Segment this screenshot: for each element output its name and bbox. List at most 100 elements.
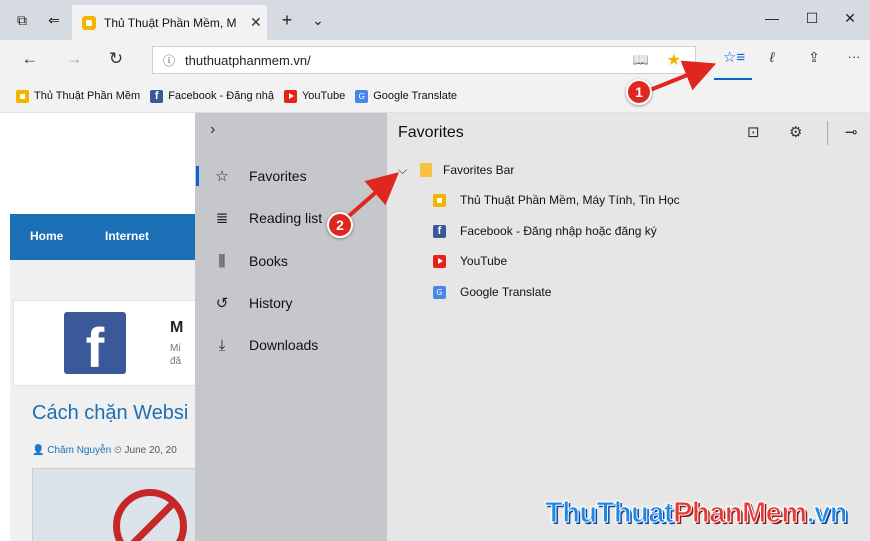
favorite-label: YouTube [460, 254, 508, 268]
new-tab-button[interactable]: + [277, 10, 297, 30]
books-icon: ⫼ [218, 252, 226, 270]
watermark-part: .vn [806, 497, 848, 530]
reading-view-icon[interactable]: 📖 [633, 52, 649, 68]
watermark-logo: ThuThuatPhanMem.vn [544, 497, 848, 530]
watermark-part: PhanMem [673, 497, 808, 530]
hub-item-label: Downloads [249, 337, 319, 353]
hub-item-reading-list[interactable]: ≣ Reading list [195, 198, 387, 238]
article-date: June 20, 20 [124, 445, 177, 456]
favorites-bar: Thủ Thuật Phần Mềm f Facebook - Đăng nhậ… [0, 80, 870, 113]
tab-preview-icon[interactable]: ⧉ [12, 10, 32, 30]
step-2-badge: 2 [327, 212, 353, 238]
favorite-item-google-translate[interactable]: G Google Translate [387, 279, 870, 305]
url-text[interactable]: thuthuatphanmem.vn/ [185, 53, 311, 68]
hub-favorites-button[interactable]: ☆≡ [718, 48, 750, 76]
favorite-label: Google Translate [460, 285, 552, 299]
hub-item-label: Books [249, 253, 288, 269]
site-nav-bar: Home Internet [10, 214, 210, 260]
web-page-content: Home Internet f M Mi đă Cách chặn Websi … [0, 113, 210, 541]
hub-item-label: Reading list [249, 210, 323, 226]
article-title[interactable]: Cách chặn Websi [32, 402, 188, 425]
star-icon: ☆ [215, 168, 229, 185]
navigation-bar: ← → ↻ ⓘ thuthuatphanmem.vn/ 📖 ★ ☆≡ ℓ ⇪ ·… [0, 40, 870, 80]
facebook-icon: f [150, 89, 164, 103]
title-bar: ⧉ ⇐ Thủ Thuật Phần Mềm, M ✕ + ⌄ — ☐ ✕ [0, 0, 870, 40]
favbar-label: Thủ Thuật Phần Mềm [34, 90, 141, 102]
favorite-label: Thủ Thuật Phần Mềm, Máy Tính, Tin Học [460, 193, 680, 207]
settings-gear-icon[interactable]: ⚙ [789, 123, 802, 141]
minimize-button[interactable]: — [752, 10, 792, 30]
favorite-label: Facebook - Đăng nhập hoặc đăng ký [460, 224, 657, 238]
favorite-item-thuthuat[interactable]: Thủ Thuật Phần Mềm, Máy Tính, Tin Học [387, 187, 870, 213]
forward-button[interactable]: → [62, 49, 86, 71]
favbar-item-thuthuat[interactable]: Thủ Thuật Phần Mềm [16, 89, 141, 103]
nav-internet-link[interactable]: Internet [105, 229, 149, 243]
collapse-chevron-icon[interactable]: › [210, 121, 215, 139]
web-note-icon[interactable]: ℓ [760, 49, 784, 71]
hub-item-history[interactable]: ↺ History [195, 283, 387, 323]
facebook-icon: f [433, 224, 446, 238]
card-text: Mi [170, 343, 181, 354]
hub-item-downloads[interactable]: ⤓ Downloads [195, 325, 387, 365]
more-menu-button[interactable]: ··· [842, 49, 866, 71]
card-text: đă [170, 356, 182, 367]
author-icon: 👤 [32, 445, 45, 456]
card-heading: M [170, 319, 184, 336]
history-icon: ↺ [215, 295, 229, 312]
add-favorite-star-icon[interactable]: ★ [667, 50, 681, 70]
tab-title: Thủ Thuật Phần Mềm, M [104, 15, 237, 30]
browser-tab[interactable]: Thủ Thuật Phần Mềm, M ✕ [72, 5, 267, 40]
close-window-button[interactable]: ✕ [830, 10, 870, 30]
article-card[interactable]: f M Mi đă [13, 300, 203, 386]
refresh-button[interactable]: ↻ [104, 49, 128, 71]
set-tabs-aside-icon[interactable]: ⇐ [44, 10, 64, 30]
youtube-icon [433, 254, 446, 268]
hub-menu-pane: › ☆ Favorites ≣ Reading list ⫼ Books ↺ H… [195, 113, 387, 541]
folder-icon [420, 163, 432, 177]
google-translate-icon: G [355, 89, 369, 103]
pin-pane-icon[interactable]: ⊸ [845, 123, 858, 141]
prohibited-sign-icon [113, 489, 187, 541]
step-1-badge: 1 [626, 79, 652, 105]
panel-title: Favorites [398, 124, 464, 141]
favorites-panel: Favorites ⊡ ⚙ ⊸ ⌵ Favorites Bar Thủ Thuậ… [387, 113, 870, 541]
favorite-item-facebook[interactable]: f Facebook - Đăng nhập hoặc đăng ký [387, 218, 870, 244]
favbar-label: Facebook - Đăng nhậ [168, 90, 274, 102]
tab-close-button[interactable]: ✕ [250, 14, 262, 31]
thuthuat-icon [16, 89, 29, 103]
downloads-icon: ⤓ [218, 336, 226, 354]
favorite-item-youtube[interactable]: YouTube [387, 248, 870, 274]
site-favicon [82, 15, 96, 30]
favbar-label: YouTube [301, 90, 346, 102]
favbar-item-youtube[interactable]: YouTube [283, 89, 346, 103]
nav-home-link[interactable]: Home [30, 229, 63, 243]
article-meta: 👤 Chăm Nguyễn ⏲ June 20, 20 [32, 445, 177, 456]
favorites-bar-folder[interactable]: ⌵ Favorites Bar [387, 157, 870, 183]
hub-item-label: History [249, 295, 293, 311]
hub-item-books[interactable]: ⫼ Books [195, 241, 387, 281]
author-name[interactable]: Chăm Nguyễn [47, 445, 111, 456]
address-bar[interactable]: ⓘ thuthuatphanmem.vn/ 📖 ★ [152, 46, 696, 74]
back-button[interactable]: ← [18, 49, 42, 71]
article-thumbnail[interactable] [32, 468, 210, 541]
share-icon[interactable]: ⇪ [802, 49, 826, 71]
expand-chevron-icon[interactable]: ⌵ [398, 163, 420, 178]
watermark-part: ThuThuat [544, 497, 674, 530]
create-folder-icon[interactable]: ⊡ [747, 123, 760, 141]
facebook-logo: f [64, 312, 126, 379]
clock-icon: ⏲ [113, 445, 125, 456]
site-info-icon[interactable]: ⓘ [163, 52, 175, 69]
hub-item-label: Favorites [249, 168, 307, 184]
favbar-item-google-translate[interactable]: G Google Translate [355, 89, 457, 103]
favbar-label: Google Translate [373, 90, 457, 102]
thuthuat-icon [433, 193, 446, 207]
tab-list-button[interactable]: ⌄ [308, 10, 328, 30]
hub-item-favorites[interactable]: ☆ Favorites [195, 156, 387, 196]
youtube-icon [283, 89, 297, 103]
maximize-button[interactable]: ☐ [792, 10, 832, 30]
toolbar-divider [827, 121, 828, 145]
folder-label: Favorites Bar [443, 163, 515, 177]
favbar-item-facebook[interactable]: f Facebook - Đăng nhậ [150, 89, 274, 103]
reading-list-icon: ≣ [215, 210, 229, 227]
google-translate-icon: G [433, 285, 446, 299]
